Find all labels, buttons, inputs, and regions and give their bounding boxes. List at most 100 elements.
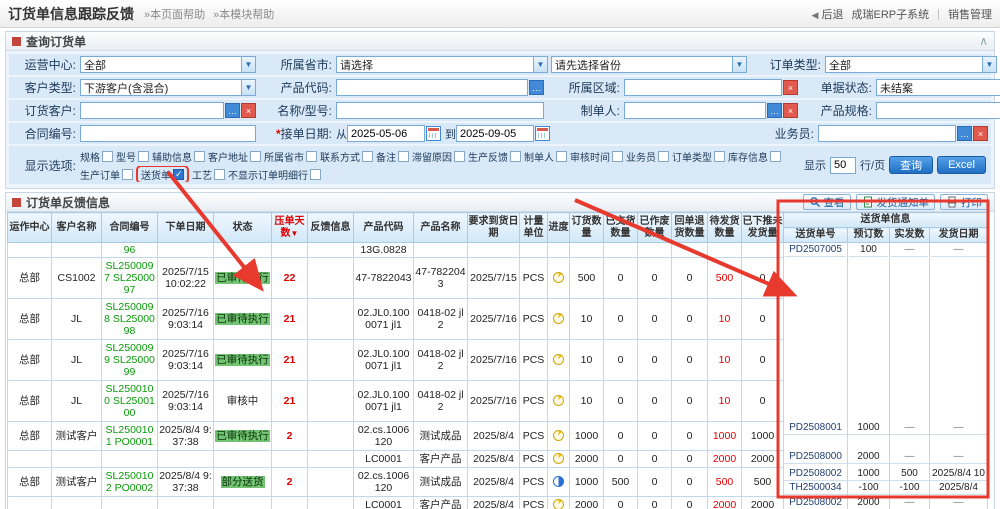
delivery-notice-button[interactable]: 发货通知单 (856, 194, 936, 210)
doc-status-select[interactable]: 未结案▼ (876, 79, 1000, 96)
option-checkbox[interactable] (214, 169, 225, 180)
date-to-input[interactable] (456, 125, 534, 142)
option-checkbox[interactable] (556, 151, 567, 162)
column-header[interactable]: 回单退货数量 (672, 213, 708, 243)
view-button[interactable]: 查看 (803, 194, 851, 210)
display-option-工艺[interactable]: 工艺 (192, 167, 225, 182)
display-option-不显示订单明细行[interactable]: 不显示订单明细行 (228, 167, 321, 182)
option-checkbox[interactable] (510, 151, 521, 162)
option-checkbox[interactable] (102, 151, 113, 162)
order-customer-input[interactable] (80, 102, 224, 119)
province-select[interactable]: 请选择▼ (336, 56, 548, 73)
option-checkbox[interactable] (770, 151, 781, 162)
calendar-icon[interactable] (426, 126, 441, 141)
display-option-备注[interactable]: 备注 (376, 149, 409, 164)
column-header[interactable]: 计量单位 (520, 213, 548, 243)
maker-input[interactable] (624, 102, 766, 119)
column-header[interactable]: 进度 (548, 213, 570, 243)
option-checkbox[interactable] (310, 169, 321, 180)
column-header[interactable]: 客户名称 (52, 213, 102, 243)
column-header[interactable]: 产品代码 (354, 213, 414, 243)
column-header[interactable]: 要求到货日期 (468, 213, 520, 243)
display-option-型号[interactable]: 型号 (116, 149, 149, 164)
column-header[interactable]: 压单天数▼ (272, 213, 308, 243)
contract-no-input[interactable] (80, 125, 256, 142)
clear-icon[interactable]: × (783, 103, 798, 118)
delivery-column-header[interactable]: 实发数 (890, 228, 930, 243)
salesman-input[interactable] (818, 125, 956, 142)
display-option-所属省市[interactable]: 所属省市 (264, 149, 317, 164)
lookup-icon[interactable]: … (529, 80, 544, 95)
date-from-input[interactable] (347, 125, 425, 142)
page-help-link[interactable]: »本页面帮助 (144, 6, 205, 22)
display-option-辅助信息[interactable]: 辅助信息 (152, 149, 205, 164)
page-size-input[interactable] (830, 157, 856, 174)
module-help-link[interactable]: »本模块帮助 (213, 6, 274, 22)
operation-center-select[interactable]: 全部▼ (80, 56, 256, 73)
back-link[interactable]: ◀ 后退 (812, 6, 844, 22)
clear-icon[interactable]: × (783, 80, 798, 95)
option-checkbox[interactable] (173, 169, 184, 180)
display-option-业务员[interactable]: 业务员 (626, 149, 669, 164)
option-checkbox[interactable] (612, 151, 623, 162)
column-header[interactable]: 下单日期 (158, 213, 214, 243)
table-row[interactable]: LC0001客户产品2025/8/4PCS200000020002000PD25… (8, 450, 988, 467)
table-row[interactable]: LC0001客户产品2025/8/4PCS200000020002000PD25… (8, 496, 988, 509)
lookup-icon[interactable]: … (225, 103, 240, 118)
delivery-column-header[interactable]: 预订数 (848, 228, 890, 243)
excel-button[interactable]: Excel (937, 156, 986, 174)
option-checkbox[interactable] (454, 151, 465, 162)
column-header[interactable]: 反馈信息 (308, 213, 354, 243)
table-row[interactable]: 总部测试客户SL2500102 PO00022025/8/4 9:37:38部分… (8, 467, 988, 496)
table-row[interactable]: 总部CS1002SL2500097 SL25000972025/7/15 10:… (8, 257, 988, 298)
display-option-规格[interactable]: 规格 (80, 149, 113, 164)
customer-type-select[interactable]: 下游客户(含混合)▼ (80, 79, 256, 96)
option-checkbox[interactable] (658, 151, 669, 162)
column-header[interactable]: 运作中心 (8, 213, 52, 243)
table-row[interactable]: 总部JLSL2500099 SL25000992025/7/16 9:03:14… (8, 339, 988, 380)
delivery-column-header[interactable]: 送货单号 (784, 228, 848, 243)
option-checkbox[interactable] (138, 151, 149, 162)
product-code-input[interactable] (336, 79, 528, 96)
lookup-icon[interactable]: … (957, 126, 972, 141)
option-checkbox[interactable] (250, 151, 261, 162)
product-spec-input[interactable] (876, 102, 1000, 119)
option-checkbox[interactable] (194, 151, 205, 162)
collapse-icon[interactable]: ∧ (979, 34, 988, 48)
module-link[interactable]: 销售管理 (948, 6, 992, 22)
city-select[interactable]: 请先选择省份▼ (551, 56, 747, 73)
region-input[interactable] (624, 79, 782, 96)
table-row[interactable]: 总部JLSL2500100 SL25001002025/7/16 9:03:14… (8, 380, 988, 421)
print-button[interactable]: 打印 (940, 194, 988, 210)
search-button[interactable]: 查询 (889, 156, 933, 174)
clear-icon[interactable]: × (241, 103, 256, 118)
display-option-滞留原因[interactable]: 滞留原因 (412, 149, 465, 164)
display-option-客户地址[interactable]: 客户地址 (208, 149, 261, 164)
calendar-icon[interactable] (535, 126, 550, 141)
lookup-icon[interactable]: … (767, 103, 782, 118)
column-header[interactable]: 待发货数量 (708, 213, 742, 243)
display-option-订单类型[interactable]: 订单类型 (672, 149, 725, 164)
option-checkbox[interactable] (362, 151, 373, 162)
column-header[interactable]: 已交货数量 (604, 213, 638, 243)
column-header[interactable]: 已下推未发货量 (742, 213, 784, 243)
display-option-生产订单[interactable]: 生产订单 (80, 167, 133, 182)
display-option-生产反馈[interactable]: 生产反馈 (468, 149, 521, 164)
name-model-input[interactable] (336, 102, 544, 119)
table-row[interactable]: 9613G.0828PD2507005100—— (8, 243, 988, 258)
order-type-select[interactable]: 全部▼ (825, 56, 997, 73)
delivery-column-header[interactable]: 发货日期 (930, 228, 988, 243)
option-checkbox[interactable] (398, 151, 409, 162)
display-option-送货单[interactable]: 送货单 (136, 166, 189, 182)
column-header[interactable]: 订货数量 (570, 213, 604, 243)
system-link[interactable]: 成瑞ERP子系统 (852, 6, 930, 22)
column-header[interactable]: 产品名称 (414, 213, 468, 243)
display-option-审核时间[interactable]: 审核时间 (570, 149, 623, 164)
display-option-联系方式[interactable]: 联系方式 (320, 149, 373, 164)
table-row[interactable]: 总部测试客户SL2500101 PO00012025/8/4 9:37:38已审… (8, 421, 988, 450)
display-option-库存信息[interactable]: 库存信息 (728, 149, 781, 164)
table-row[interactable]: 总部JLSL2500098 SL25000982025/7/16 9:03:14… (8, 298, 988, 339)
column-header[interactable]: 合同编号 (102, 213, 158, 243)
column-header[interactable]: 已作废数量 (638, 213, 672, 243)
option-checkbox[interactable] (714, 151, 725, 162)
